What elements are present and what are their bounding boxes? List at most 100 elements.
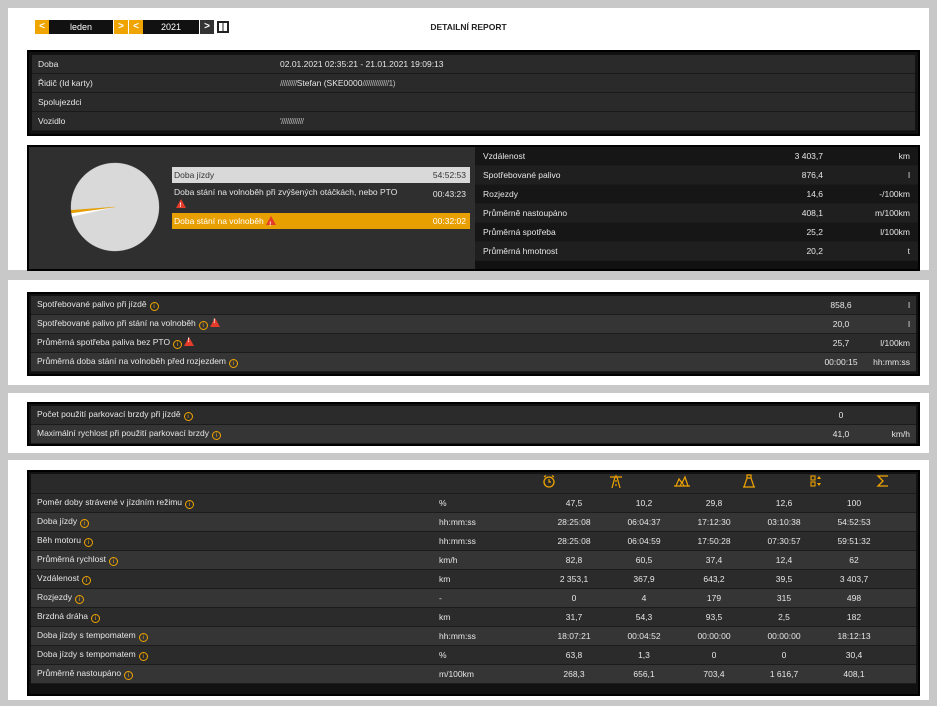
row-label-cell: Vzdálenost i [31,573,439,585]
info-icon[interactable]: i [74,595,84,604]
stat-unit: l/100km [880,227,910,237]
redacted-text: '//////////// [280,116,304,126]
row-value: 06:04:59 [627,536,661,546]
row-value: 17:12:30 [697,517,731,527]
row-value: 00:00:00 [697,631,731,641]
row-value: 3 403,7 [839,574,869,584]
info-label: Vozidlo [38,116,66,126]
legend-item-driving: Doba jízdy 54:52:53 [172,167,470,183]
row-unit: m/100km [439,669,474,679]
legend-label: Doba stání na volnoběh [174,216,264,226]
row-value: 315 [776,593,792,603]
row-label: Průměrná rychlost [37,554,106,564]
row-value: 30,4 [845,650,863,660]
fuel-label-cell: Průměrná spotřeba paliva bez PTO i [31,337,811,349]
fuel-label-cell: Průměrná doba stání na volnoběh před roz… [31,356,811,368]
fuel-unit: l [908,300,910,310]
fuel-row: Průměrná spotřeba paliva bez PTOi 25,7 l/1… [31,334,916,353]
info-value-driver: /////////Stefan (SKE0000//////////////1) [280,78,915,88]
info-label: Řidič (Id karty) [38,78,93,88]
table-header [31,473,916,494]
rural-road-icon [649,474,716,494]
row-value: 03:10:38 [767,517,801,527]
info-row-driver: Řidič (Id karty) /////////Stefan (SKE000… [32,74,915,93]
fuel-unit: hh:mm:ss [873,357,910,367]
info-icon[interactable]: i [124,671,134,680]
row-value: 00:04:52 [627,631,661,641]
legend-value: 54:52:53 [432,170,466,180]
info-icon[interactable]: i [229,359,239,368]
warning-icon [209,318,220,327]
clock-icon [515,474,582,494]
stat-value: 408,1 [801,208,823,218]
row-value: 100 [846,498,862,508]
row-value: 0 [571,593,577,603]
info-icon[interactable]: i [173,340,183,349]
info-value-vehicle: '//////////// [280,116,915,126]
info-icon[interactable]: i [83,538,93,547]
fuel-label: Spotřebované palivo při stání na volnobě… [37,318,196,328]
info-icon[interactable]: i [211,431,221,440]
row-value: 06:04:37 [627,517,661,527]
legend-item-idle-high-rpm: Doba stání na volnoběh při zvýšených otá… [172,184,470,212]
row-unit: hh:mm:ss [439,517,476,527]
row-value: 408,1 [843,669,865,679]
stat-value: 20,2 [806,246,823,256]
legend-value: 00:32:02 [432,216,466,226]
info-icon[interactable]: i [80,519,90,528]
row-label: Průměrně nastoupáno [37,668,122,678]
row-label-cell: Poměr doby strávené v jízdním režimu i [31,497,439,509]
legend-item-idle: Doba stání na volnoběh 00:32:02 [172,213,470,233]
row-label-cell: Doba jízdy s tempomatem i [31,649,439,661]
brake-row: Maximální rychlost při použití parkovací… [31,425,916,444]
driving-mode-table: Poměr doby strávené v jízdním režimu i% 47… [27,470,920,696]
stat-value: 25,2 [806,227,823,237]
stats-row: Průměrná hmotnost 20,2 t [475,242,918,261]
fuel-unit: l/100km [880,338,910,348]
info-icon[interactable]: i [183,412,193,421]
legend-label: Doba stání na volnoběh při zvýšených otá… [174,187,398,197]
row-label-cell: Běh motoru i [31,535,439,547]
stat-value: 876,4 [801,170,823,180]
info-icon[interactable]: i [82,576,92,585]
stats-row: Vzdálenost 3 403,7 km [475,147,918,166]
row-unit: hh:mm:ss [439,631,476,641]
stat-label: Spotřebované palivo [483,170,561,180]
row-value: 18:07:21 [557,631,591,641]
fuel-value: 858,6 [830,300,852,310]
table-row: Běh motoru i hh:mm:ss 28:25:08 06:04:59 17:50… [31,532,916,551]
row-unit: % [439,650,447,660]
legend-label: Doba jízdy [174,170,215,180]
row-label: Rozjezdy [37,592,72,602]
info-table: Doba 02.01.2021 02:35:21 - 21.01.2021 19… [27,50,920,136]
stat-label: Rozjezdy [483,189,518,199]
row-value: 0 [781,650,787,660]
stats-row: Spotřebované palivo 876,4 l [475,166,918,185]
info-icon[interactable]: i [185,500,195,509]
row-value: 31,7 [565,612,583,622]
info-icon[interactable]: i [138,633,148,642]
info-icon[interactable]: i [138,652,148,661]
info-icon[interactable]: i [91,614,101,623]
row-label-cell: Brzdná dráha i [31,611,439,623]
row-value: 2 353,1 [559,574,589,584]
row-value: 179 [706,593,722,603]
stat-label: Průměrná spotřeba [483,227,556,237]
row-value: 4 [641,593,647,603]
row-unit: km [439,612,451,622]
brake-value: 41,0 [832,429,850,439]
info-icon[interactable]: i [149,302,159,311]
row-value: 367,9 [633,574,655,584]
info-icon[interactable]: i [198,321,208,330]
legend-value: 00:43:23 [432,189,466,199]
row-value: 62 [849,555,859,565]
row-value: 1 616,7 [769,669,799,679]
row-value: 54,3 [635,612,653,622]
row-label: Poměr doby strávené v jízdním režimu [37,497,183,507]
info-label: Spolujezdci [38,97,82,107]
row-value: 18:12:13 [837,631,871,641]
stat-unit: t [907,246,910,256]
row-value: 00:00:00 [767,631,801,641]
fuel-table: Spotřebované palivo při jízdě i 858,6 l Spot… [27,292,920,376]
info-icon[interactable]: i [108,557,118,566]
